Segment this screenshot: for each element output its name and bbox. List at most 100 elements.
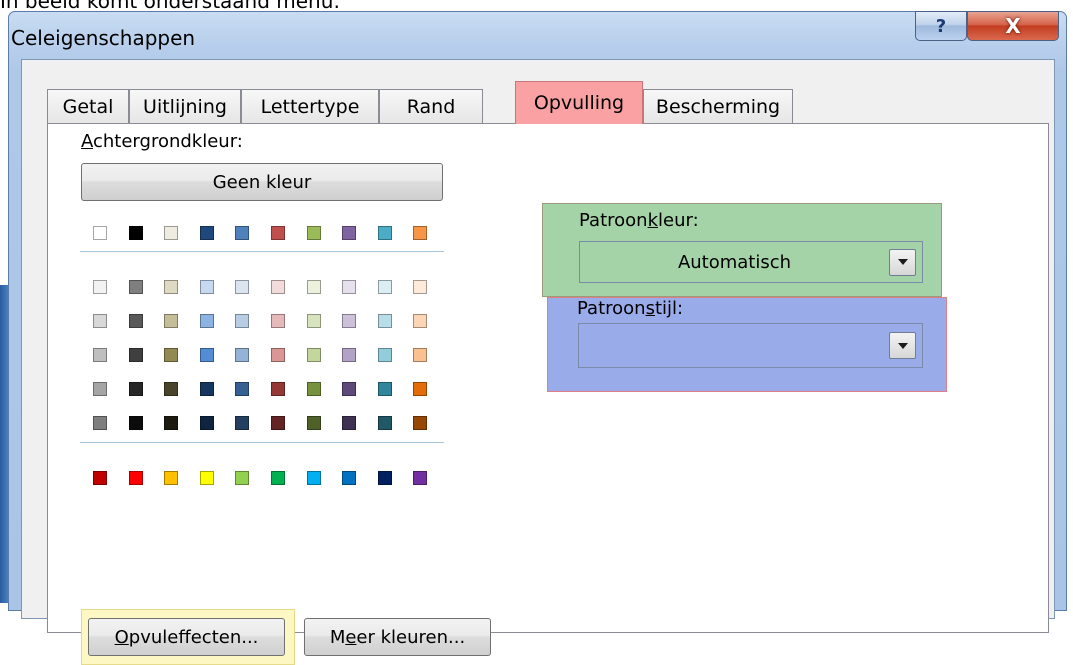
color-swatch-standard[interactable]: [378, 471, 392, 485]
color-swatch-tint[interactable]: [200, 280, 214, 294]
color-swatch-tint[interactable]: [271, 416, 285, 430]
color-swatch-tint[interactable]: [200, 382, 214, 396]
color-swatch-tint[interactable]: [307, 348, 321, 362]
color-swatch-tint[interactable]: [235, 314, 249, 328]
color-swatch-tint[interactable]: [93, 382, 107, 396]
color-swatch-tint[interactable]: [378, 314, 392, 328]
more-colors-button[interactable]: Me er kleuren...: [304, 618, 491, 656]
color-swatch-tint[interactable]: [307, 314, 321, 328]
dialog-title: Celeigenschappen: [11, 26, 196, 50]
color-swatch-tint[interactable]: [129, 280, 143, 294]
color-swatch-tint[interactable]: [378, 382, 392, 396]
color-swatch-tint[interactable]: [378, 280, 392, 294]
color-swatch-tint[interactable]: [164, 416, 178, 430]
color-swatch-theme[interactable]: [200, 226, 214, 240]
color-swatch-standard[interactable]: [271, 471, 285, 485]
color-swatch-tint[interactable]: [307, 416, 321, 430]
color-swatch-tint[interactable]: [413, 382, 427, 396]
color-swatch-theme[interactable]: [413, 226, 427, 240]
color-swatch-tint[interactable]: [129, 314, 143, 328]
color-swatch-tint[interactable]: [164, 382, 178, 396]
pattern-color-group: Patroonkleur: Automatisch: [542, 203, 942, 297]
tab-uitlijning[interactable]: Uitlijning: [129, 89, 241, 123]
color-swatch-tint[interactable]: [93, 314, 107, 328]
color-swatch-theme[interactable]: [342, 226, 356, 240]
color-swatch-standard[interactable]: [307, 471, 321, 485]
color-swatch-tint[interactable]: [93, 348, 107, 362]
color-swatch-tint[interactable]: [342, 314, 356, 328]
color-swatch-standard[interactable]: [235, 471, 249, 485]
color-swatch-tint[interactable]: [129, 416, 143, 430]
color-swatch-theme[interactable]: [164, 226, 178, 240]
dropdown-button[interactable]: [889, 332, 916, 359]
background-color-label: Achtergrondkleur:: [81, 131, 243, 152]
color-swatch-tint[interactable]: [200, 314, 214, 328]
color-swatch-standard[interactable]: [129, 471, 143, 485]
chevron-down-icon: [897, 259, 908, 265]
tab-bescherming[interactable]: Bescherming: [643, 89, 793, 123]
pattern-style-group: Patroonstijl:: [547, 297, 947, 392]
tab-rand[interactable]: Rand: [379, 89, 483, 123]
close-button[interactable]: X: [967, 11, 1059, 41]
color-swatch-tint[interactable]: [164, 280, 178, 294]
color-swatch-standard[interactable]: [164, 471, 178, 485]
fill-effects-button[interactable]: Opvuleffecten...: [88, 618, 285, 656]
pattern-color-label: Patroonkleur:: [579, 210, 699, 231]
help-icon: ?: [935, 15, 947, 37]
color-swatch-theme[interactable]: [378, 226, 392, 240]
color-swatch-tint[interactable]: [413, 314, 427, 328]
color-swatch-tint[interactable]: [413, 348, 427, 362]
color-swatch-theme[interactable]: [271, 226, 285, 240]
color-swatch-tint[interactable]: [235, 382, 249, 396]
color-swatch-theme[interactable]: [93, 226, 107, 240]
no-color-button[interactable]: Geen kleur: [81, 163, 443, 201]
color-swatch-tint[interactable]: [93, 280, 107, 294]
color-swatch-tint[interactable]: [307, 382, 321, 396]
color-swatch-tint[interactable]: [129, 348, 143, 362]
color-swatch-tint[interactable]: [271, 280, 285, 294]
color-swatch-tint[interactable]: [378, 416, 392, 430]
color-swatch-tint[interactable]: [413, 416, 427, 430]
color-swatch-tint[interactable]: [235, 280, 249, 294]
pattern-color-value: Automatisch: [677, 251, 792, 273]
color-swatch-tint[interactable]: [378, 348, 392, 362]
color-swatch-tint[interactable]: [342, 348, 356, 362]
tab-getal[interactable]: Getal: [47, 89, 129, 123]
color-swatch-standard[interactable]: [93, 471, 107, 485]
palette-separator-1: [80, 251, 444, 252]
dropdown-button[interactable]: [889, 248, 916, 276]
tab-opvulling[interactable]: Opvulling: [515, 81, 643, 124]
color-swatch-tint[interactable]: [235, 348, 249, 362]
color-swatch-tint[interactable]: [271, 382, 285, 396]
color-swatch-tint[interactable]: [271, 348, 285, 362]
tab-lettertype[interactable]: Lettertype: [241, 89, 379, 123]
color-swatch-tint[interactable]: [235, 416, 249, 430]
help-button[interactable]: ?: [915, 11, 967, 41]
color-swatch-tint[interactable]: [200, 348, 214, 362]
color-swatch-theme[interactable]: [129, 226, 143, 240]
color-swatch-theme[interactable]: [235, 226, 249, 240]
color-swatch-tint[interactable]: [164, 314, 178, 328]
color-swatch-tint[interactable]: [164, 348, 178, 362]
color-swatch-tint[interactable]: [342, 280, 356, 294]
color-swatch-standard[interactable]: [413, 471, 427, 485]
color-swatch-tint[interactable]: [342, 416, 356, 430]
page-caption: In beeld komt onderstaand menu:: [0, 0, 341, 13]
palette-separator-2: [80, 442, 444, 443]
color-swatch-theme[interactable]: [307, 226, 321, 240]
pattern-style-label: Patroonstijl:: [577, 298, 684, 319]
color-swatch-tint[interactable]: [342, 382, 356, 396]
tab-page-opvulling: Achtergrondkleur: Geen kleur Opvuleffect…: [47, 123, 1049, 665]
pattern-style-dropdown[interactable]: [578, 323, 923, 368]
close-icon: X: [1005, 14, 1021, 38]
pattern-color-dropdown[interactable]: Automatisch: [579, 241, 923, 283]
color-swatch-tint[interactable]: [93, 416, 107, 430]
color-swatch-tint[interactable]: [271, 314, 285, 328]
dialog-client-area: Getal Uitlijning Lettertype Rand Opvulli…: [21, 59, 1055, 665]
color-swatch-tint[interactable]: [200, 416, 214, 430]
color-swatch-tint[interactable]: [129, 382, 143, 396]
color-swatch-tint[interactable]: [307, 280, 321, 294]
color-swatch-standard[interactable]: [200, 471, 214, 485]
color-swatch-standard[interactable]: [342, 471, 356, 485]
color-swatch-tint[interactable]: [413, 280, 427, 294]
